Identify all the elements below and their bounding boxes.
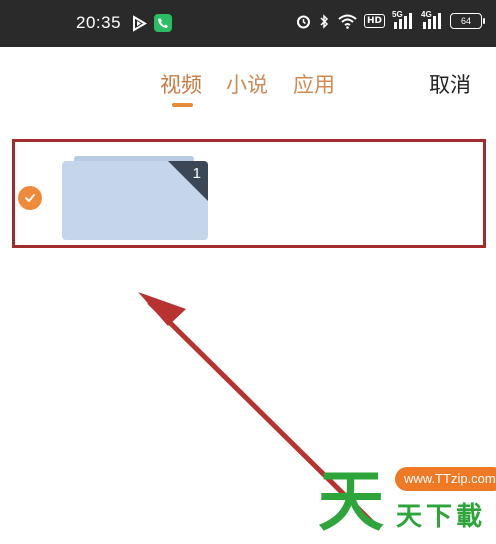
watermark-logo-char: 天: [318, 463, 384, 540]
watermark: 天 www.TTzip.com 天下載: [318, 456, 496, 540]
watermark-text: 天下載: [396, 502, 487, 532]
watermark-url: www.TTzip.com: [395, 467, 496, 491]
annotation-arrow: [138, 292, 380, 530]
